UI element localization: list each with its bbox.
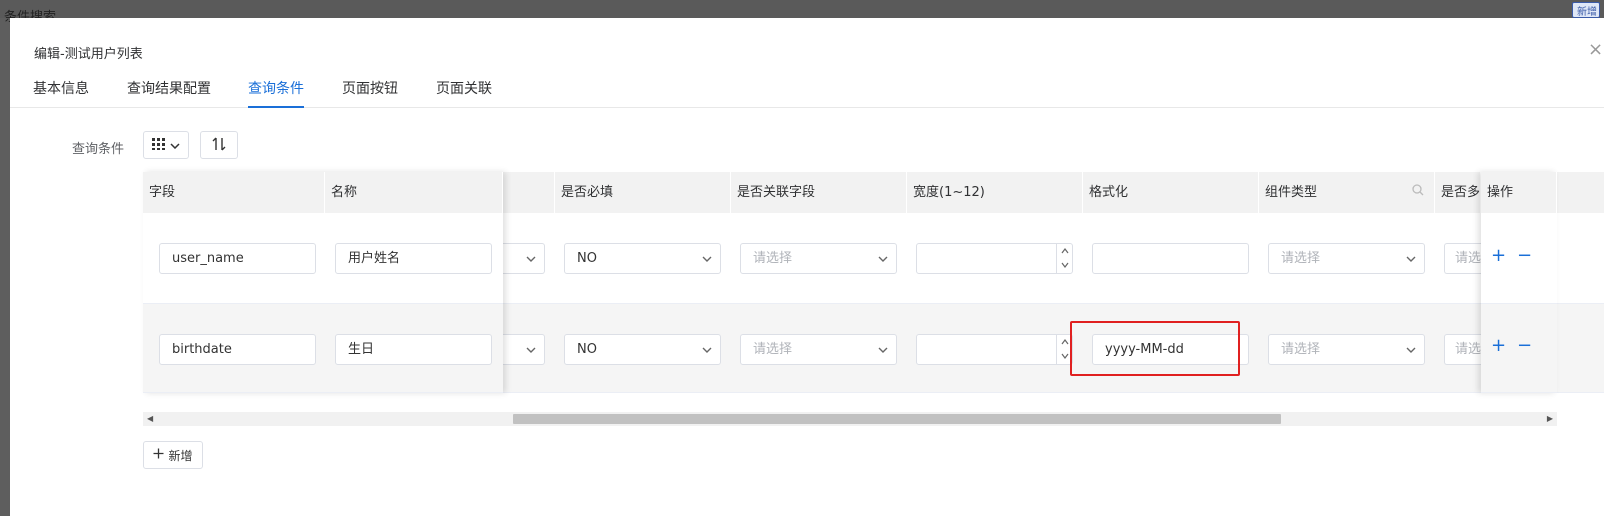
actions-cell: + − bbox=[1481, 213, 1557, 304]
multi-select[interactable]: 请选 bbox=[1444, 243, 1481, 274]
header-required: 是否必填 bbox=[555, 172, 731, 213]
remove-row-icon[interactable]: − bbox=[1517, 245, 1532, 266]
component-type-select[interactable]: 请选择 bbox=[1268, 334, 1425, 365]
sort-button[interactable] bbox=[200, 131, 238, 159]
edit-modal: 编辑-测试用户列表 × 基本信息 查询结果配置 查询条件 页面按钮 页面关联 查… bbox=[10, 18, 1604, 516]
fixed-actions-column: + − + − bbox=[1481, 172, 1557, 393]
grid-icon bbox=[152, 137, 166, 153]
scroll-right-icon[interactable]: ▶ bbox=[1547, 412, 1553, 426]
chevron-down-icon bbox=[878, 244, 888, 273]
component-type-select[interactable]: 请选择 bbox=[1268, 243, 1425, 274]
modal-title: 编辑-测试用户列表 bbox=[34, 47, 143, 62]
scroll-left-icon[interactable]: ◀ bbox=[147, 412, 153, 426]
related-field-select[interactable]: 请选择 bbox=[740, 334, 897, 365]
number-stepper[interactable] bbox=[1056, 244, 1072, 273]
sort-icon bbox=[212, 137, 226, 154]
hidden-select[interactable] bbox=[503, 334, 545, 365]
add-row-icon[interactable]: + bbox=[1491, 245, 1506, 266]
width-number-input[interactable] bbox=[916, 334, 1073, 365]
chevron-down-icon bbox=[702, 244, 712, 273]
header-format: 格式化 bbox=[1083, 172, 1259, 213]
component-type-placeholder: 请选择 bbox=[1281, 342, 1321, 357]
multi-placeholder: 请选 bbox=[1455, 251, 1481, 266]
fixed-left-columns-shadow bbox=[143, 172, 503, 393]
header-component-type-label: 组件类型 bbox=[1265, 185, 1318, 200]
multi-placeholder: 请选 bbox=[1455, 342, 1481, 357]
tab-page-buttons[interactable]: 页面按钮 bbox=[342, 78, 398, 108]
actions-cell: + − bbox=[1481, 304, 1557, 393]
tab-query-conditions[interactable]: 查询条件 bbox=[248, 78, 304, 108]
required-value: NO bbox=[577, 342, 597, 357]
related-field-select[interactable]: 请选择 bbox=[740, 243, 897, 274]
query-conditions-table: 字段 名称 是否必填 是否关联字段 宽度(1~12) 格式化 组件类型 是否多 … bbox=[143, 172, 1604, 416]
scrollbar-thumb[interactable] bbox=[513, 414, 1281, 424]
related-field-placeholder: 请选择 bbox=[753, 251, 793, 266]
header-component-type: 组件类型 bbox=[1259, 172, 1435, 213]
format-input[interactable] bbox=[1092, 243, 1249, 274]
tab-page-relations[interactable]: 页面关联 bbox=[436, 78, 492, 108]
remove-row-icon[interactable]: − bbox=[1517, 335, 1532, 356]
chevron-down-icon bbox=[170, 138, 180, 152]
close-icon[interactable]: × bbox=[1588, 41, 1604, 59]
chevron-down-icon bbox=[878, 335, 888, 364]
required-value: NO bbox=[577, 251, 597, 266]
width-number-input[interactable] bbox=[916, 243, 1073, 274]
tab-basic-info[interactable]: 基本信息 bbox=[33, 78, 89, 108]
tab-result-config[interactable]: 查询结果配置 bbox=[127, 78, 211, 108]
tab-bar: 基本信息 查询结果配置 查询条件 页面按钮 页面关联 bbox=[10, 70, 1604, 108]
header-hidden-col bbox=[503, 172, 555, 213]
background-header: 条件搜索 新增 bbox=[0, 0, 1604, 25]
format-highlight-box bbox=[1070, 321, 1240, 376]
required-select[interactable]: NO bbox=[564, 243, 721, 274]
header-width: 宽度(1~12) bbox=[907, 172, 1083, 213]
background-button: 新增 bbox=[1572, 2, 1600, 18]
grid-dropdown-button[interactable] bbox=[143, 131, 189, 159]
chevron-down-icon bbox=[1406, 244, 1416, 273]
hidden-select[interactable] bbox=[503, 243, 545, 274]
component-type-placeholder: 请选择 bbox=[1281, 251, 1321, 266]
chevron-down-icon bbox=[702, 335, 712, 364]
chevron-down-icon bbox=[1406, 335, 1416, 364]
horizontal-scrollbar[interactable]: ◀ ▶ bbox=[143, 412, 1557, 426]
required-select[interactable]: NO bbox=[564, 334, 721, 365]
add-condition-label: 新增 bbox=[168, 448, 193, 463]
search-icon[interactable] bbox=[1412, 172, 1424, 213]
add-condition-button[interactable]: 新增 bbox=[143, 441, 203, 469]
related-field-placeholder: 请选择 bbox=[753, 342, 793, 357]
header-multi: 是否多 bbox=[1435, 172, 1481, 213]
plus-icon bbox=[153, 448, 164, 462]
query-conditions-label: 查询条件 bbox=[72, 142, 125, 157]
header-related-field: 是否关联字段 bbox=[731, 172, 907, 213]
multi-select[interactable]: 请选 bbox=[1444, 334, 1481, 365]
add-row-icon[interactable]: + bbox=[1491, 335, 1506, 356]
